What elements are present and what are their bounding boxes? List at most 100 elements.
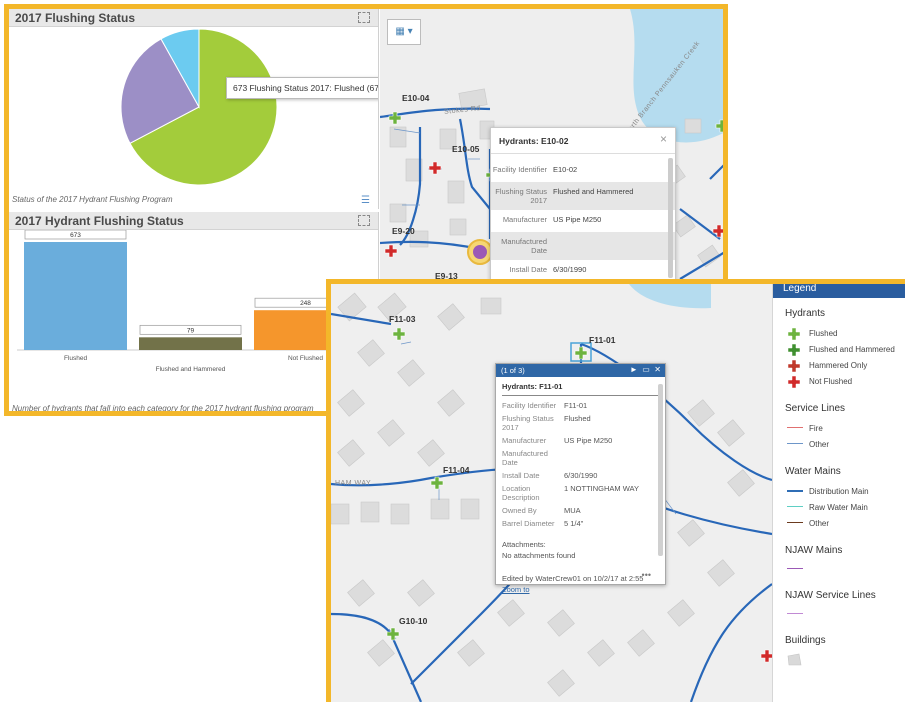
legend-item-label: Other xyxy=(809,518,830,528)
popup-row: Install Date 6/30/1990 xyxy=(502,471,598,480)
popup-header: (1 of 3) ► ▭ ✕ xyxy=(496,364,665,377)
hydrant-label-f11-01: F11-01 xyxy=(589,335,616,345)
category-label: Flushed xyxy=(64,355,88,362)
bar-panel-title: 2017 Hydrant Flushing Status xyxy=(9,212,378,230)
hydrant-label-g10-10: G10-10 xyxy=(399,616,428,626)
legend-item-label: Fire xyxy=(809,423,823,433)
popup-scrollbar[interactable] xyxy=(668,158,673,278)
zoom-to-link[interactable]: Zoom to xyxy=(496,585,665,594)
line-symbol xyxy=(787,517,803,529)
legend-item-label: Raw Water Main xyxy=(809,502,868,512)
bar[interactable] xyxy=(24,242,127,350)
popup-row: Manufacturer US Pipe M250 xyxy=(502,436,613,445)
bar-chart: 673 Flushed 79 Flushed and Hammered 248 Not F… xyxy=(17,230,378,373)
hydrant-icon xyxy=(787,375,803,389)
list-icon[interactable]: ☰ xyxy=(361,195,370,206)
legend-item-label: Distribution Main xyxy=(809,486,869,496)
popup-scrollbar[interactable] xyxy=(658,384,663,556)
hydrant-label-e10-05: E10-05 xyxy=(452,144,480,154)
legend-item: Flushed xyxy=(773,325,905,341)
legend-item: Fire xyxy=(773,420,905,436)
legend-section-title: Water Mains xyxy=(785,466,841,477)
pie-tooltip: 673 Flushing Status 2017: Flushed (67.3%… xyxy=(226,77,378,99)
map-view-2[interactable]: F11-03 F11-01 F11-04 G10-10 HAM WAY (1 o… xyxy=(331,284,772,702)
pie-panel-title: 2017 Flushing Status xyxy=(9,9,378,27)
legend-item: Other xyxy=(773,436,905,452)
line-symbol xyxy=(787,438,803,450)
line-symbol xyxy=(787,485,803,497)
legend-item-label: Hammered Only xyxy=(809,360,868,370)
popup-row: Owned By MUA xyxy=(502,506,581,515)
legend-item: Hammered Only xyxy=(773,357,905,373)
pie-caption: Status of the 2017 Hydrant Flushing Prog… xyxy=(12,195,173,204)
road-label-way: HAM WAY xyxy=(335,480,372,487)
basemap-gallery-button[interactable]: ▦ ▾ xyxy=(387,19,421,45)
line-symbol xyxy=(787,563,803,575)
legend-section-title: Hydrants xyxy=(785,308,826,319)
hydrant-icon xyxy=(787,343,803,357)
bar-chart-panel: 2017 Hydrant Flushing Status 673 Flushed 7… xyxy=(9,212,379,413)
popup-title: Hydrants: F11-01 xyxy=(502,377,659,396)
legend-item: Not Flushed xyxy=(773,373,905,389)
feature-popup: (1 of 3) ► ▭ ✕ Hydrants: F11-01 Facility… xyxy=(495,363,666,594)
hydrant-label-e9-20: E9-20 xyxy=(392,226,415,236)
hydrant-icon xyxy=(787,359,803,373)
line-symbol xyxy=(787,422,803,434)
hydrant-label-f11-04: F11-04 xyxy=(443,465,470,475)
close-icon[interactable]: × xyxy=(660,132,667,146)
popup-row: Manufacturer US Pipe M250 xyxy=(502,215,602,224)
popup-counter: (1 of 3) xyxy=(501,366,525,375)
screenshot-stage: 2017 Flushing Status 673 Flushing Status… xyxy=(0,0,905,702)
line-symbol xyxy=(787,608,803,620)
next-icon[interactable]: ► xyxy=(630,365,638,374)
category-label: Flushed and Hammered xyxy=(156,366,226,373)
popup-row: Facility Identifier F11-01 xyxy=(502,401,588,410)
edited-info: Edited by WaterCrew01 on 10/2/17 at 2:55 xyxy=(502,574,644,583)
legend-item-label: Flushed and Hammered xyxy=(809,344,895,354)
legend-title: Legend xyxy=(773,284,905,298)
bar-caption: Number of hydrants that fall into each c… xyxy=(12,404,314,413)
more-icon[interactable]: ••• xyxy=(642,570,651,580)
data-label: 79 xyxy=(187,327,195,334)
legend-item: Flushed and Hammered xyxy=(773,341,905,357)
legend-item xyxy=(773,607,905,621)
building-icon xyxy=(787,653,803,666)
hydrant-label-f11-03: F11-03 xyxy=(389,314,416,324)
popup-row: Flushing Status 2017 Flushed and Hammered xyxy=(491,182,675,210)
popup-row: Manufactured Date xyxy=(502,449,548,467)
legend-item xyxy=(773,562,905,576)
legend-item-label: Other xyxy=(809,439,830,449)
attachments-label: Attachments: xyxy=(502,540,546,549)
legend-section-title: NJAW Mains xyxy=(785,545,843,556)
category-label: Not Flushed xyxy=(288,355,323,362)
data-label: 248 xyxy=(300,300,311,307)
bar[interactable] xyxy=(139,337,242,350)
expand-icon[interactable] xyxy=(358,215,370,226)
popup-controls: ► ▭ ✕ xyxy=(630,365,661,374)
pie-chart xyxy=(120,28,278,186)
popup-row: Manufactured Date xyxy=(491,232,675,260)
hydrant-label-e10-04: E10-04 xyxy=(402,93,430,103)
expand-icon[interactable] xyxy=(358,12,370,23)
legend-panel: Legend Hydrants Flushed Flushed and Hammer… xyxy=(772,284,905,702)
line-symbol xyxy=(787,501,803,513)
popup-row: Location Description 1 NOTTINGHAM WAY xyxy=(502,484,639,502)
data-label: 673 xyxy=(70,232,81,239)
popup-row: Barrel Diameter 5 1/4" xyxy=(502,519,584,528)
hydrant-icon xyxy=(787,327,803,341)
popup-title: Hydrants: E10-02 xyxy=(491,128,675,154)
close-icon[interactable]: ✕ xyxy=(654,365,661,374)
map-window: F11-03 F11-01 F11-04 G10-10 HAM WAY (1 o… xyxy=(326,279,905,702)
legend-section-title: Service Lines xyxy=(785,403,846,414)
maximize-icon[interactable]: ▭ xyxy=(642,365,650,374)
legend-item-label: Flushed xyxy=(809,328,838,338)
legend-item-label: Not Flushed xyxy=(809,376,853,386)
legend-item xyxy=(773,652,905,666)
attachments-value: No attachments found xyxy=(502,551,576,560)
pie-chart-panel: 2017 Flushing Status 673 Flushing Status… xyxy=(9,9,379,209)
legend-item: Raw Water Main xyxy=(773,499,905,515)
legend-item: Distribution Main xyxy=(773,483,905,499)
popup-row: Flushing Status 2017 Flushed xyxy=(502,414,591,432)
legend-section-title: Buildings xyxy=(785,635,826,646)
legend-body: Hydrants Flushed Flushed and Hammered Hamme… xyxy=(773,308,905,666)
